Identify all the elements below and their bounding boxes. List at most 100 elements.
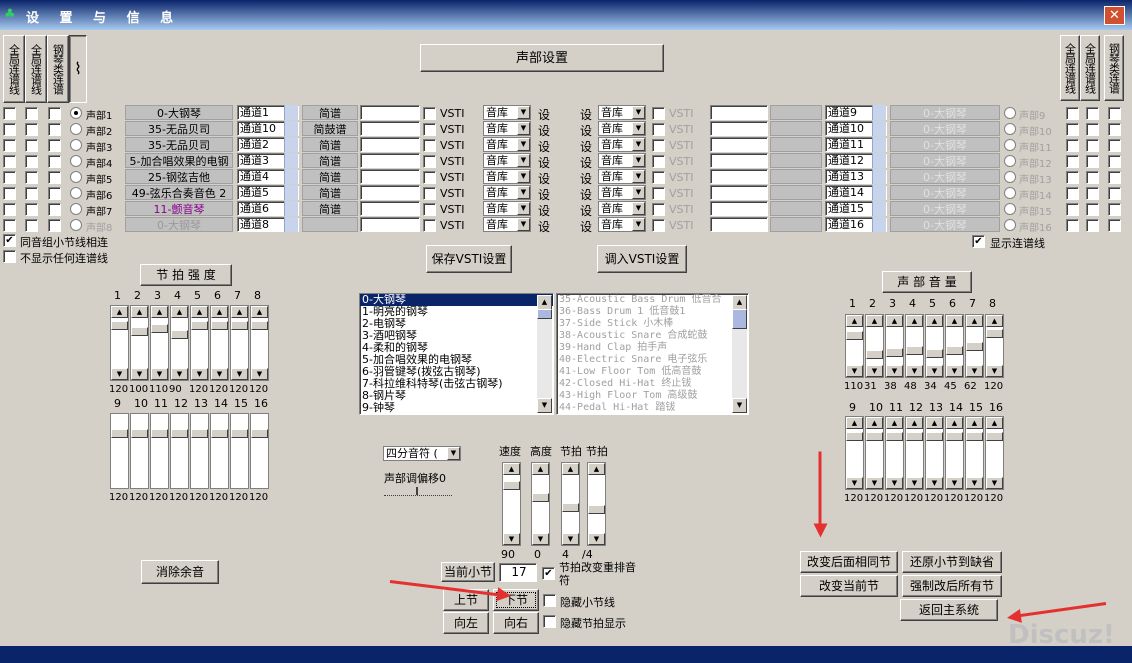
level-slider[interactable]: ▲ ▼ [985, 314, 1004, 378]
scroll-down-icon[interactable]: ▼ [866, 365, 883, 377]
instrument-field[interactable]: 0-大钢琴 [890, 137, 1000, 152]
vsti-checkbox[interactable] [652, 139, 665, 152]
drum-list-item[interactable]: 44-Pedal Hi-Hat 踏钹 [557, 402, 748, 414]
sound-lib-select[interactable]: 音库 ▼ [598, 217, 646, 232]
sound-lib-select[interactable]: 音库 ▼ [598, 201, 646, 216]
drum-list-item[interactable]: 35-Acoustic Bass Drum 低音合 [557, 294, 748, 306]
level-slider[interactable]: ▲ ▼ [845, 416, 864, 490]
voice-offset-slider[interactable] [384, 487, 452, 496]
set-button[interactable]: 设 [538, 138, 550, 155]
channel-spinner[interactable] [284, 201, 298, 216]
scroll-up-icon[interactable]: ▲ [503, 463, 520, 475]
notation-mode[interactable]: 简鼓谱 [302, 121, 358, 136]
scroll-down-icon[interactable]: ▼ [906, 477, 923, 489]
scroll-down-icon[interactable]: ▼ [966, 477, 983, 489]
level-slider[interactable]: ▲ ▼ [925, 314, 944, 378]
right-piano-link-button[interactable]: 钢琴类连谱 [1104, 35, 1124, 101]
scroll-down-icon[interactable]: ▼ [191, 368, 208, 380]
slider-thumb[interactable] [886, 348, 903, 357]
level-slider[interactable]: ▲ ▼ [965, 416, 984, 490]
instrument-field[interactable]: 0-大钢琴 [890, 217, 1000, 232]
scroll-down-icon[interactable]: ▼ [846, 477, 863, 489]
piano-link-checkbox[interactable] [1108, 203, 1121, 216]
global-link-checkbox[interactable] [1066, 123, 1079, 136]
notation-mode[interactable]: 简谱 [302, 105, 358, 120]
slider-thumb[interactable] [131, 327, 148, 336]
scroll-down-icon[interactable]: ▼ [503, 533, 520, 545]
sound-lib-select[interactable]: 音库 ▼ [598, 169, 646, 184]
restore-default-button[interactable]: 还原小节到缺省 [902, 551, 1002, 573]
scroll-down-icon[interactable]: ▼ [966, 365, 983, 377]
drum-list-item[interactable]: 40-Electric Snare 电子弦乐 [557, 354, 748, 366]
part-radio[interactable] [1004, 187, 1016, 199]
notation-mode[interactable] [770, 201, 822, 216]
global-link-checkbox[interactable] [1086, 123, 1099, 136]
scroll-down-icon[interactable]: ▼ [732, 398, 747, 413]
vst-path-field[interactable] [360, 169, 420, 184]
vst-path-field[interactable] [360, 105, 420, 120]
scroll-up-icon[interactable]: ▲ [231, 306, 248, 318]
slider-thumb[interactable] [151, 429, 168, 438]
instrument-field[interactable]: 49-弦乐合奏音色 2 [125, 185, 233, 200]
slider-thumb[interactable] [416, 487, 418, 495]
global-link-checkbox[interactable] [3, 203, 16, 216]
level-slider[interactable]: ▲ ▼ [150, 305, 169, 381]
scroll-up-icon[interactable]: ▲ [946, 417, 963, 429]
vsti-checkbox[interactable] [652, 187, 665, 200]
vst-path-field[interactable] [710, 137, 768, 152]
vst-path-field[interactable] [710, 217, 768, 232]
piano-link-button[interactable]: 钢琴类连谱 [47, 35, 69, 103]
piano-link-checkbox[interactable] [1108, 123, 1121, 136]
scroll-down-icon[interactable]: ▼ [886, 477, 903, 489]
scroll-down-icon[interactable]: ▼ [111, 368, 128, 380]
set-button[interactable]: 设 [580, 170, 592, 187]
instrument-field[interactable]: 0-大钢琴 [125, 105, 233, 120]
scroll-down-icon[interactable]: ▼ [131, 368, 148, 380]
scroll-down-icon[interactable]: ▼ [151, 368, 168, 380]
global-link-checkbox[interactable] [3, 107, 16, 120]
level-slider[interactable]: ▲ ▼ [885, 314, 904, 378]
global-link-checkbox[interactable] [1086, 219, 1099, 232]
part-radio[interactable] [70, 203, 82, 215]
scroll-down-icon[interactable]: ▼ [537, 398, 552, 413]
scroll-down-icon[interactable]: ▼ [946, 477, 963, 489]
set-button[interactable]: 设 [538, 170, 550, 187]
scroll-up-icon[interactable]: ▲ [131, 306, 148, 318]
global-link-checkbox[interactable] [1086, 203, 1099, 216]
global-link-checkbox[interactable] [3, 155, 16, 168]
instrument-field[interactable]: 5-加合唱效果的电钢 [125, 153, 233, 168]
tempo-slider[interactable]: ▲ ▼ [587, 462, 606, 546]
set-button[interactable]: 设 [580, 122, 592, 139]
part-radio[interactable] [1004, 123, 1016, 135]
move-left-button[interactable]: 向左 [443, 612, 489, 634]
vst-path-field[interactable] [360, 137, 420, 152]
scroll-up-icon[interactable]: ▲ [532, 463, 549, 475]
channel-spinner[interactable] [284, 105, 298, 120]
slider-thumb[interactable] [231, 429, 248, 438]
notation-mode[interactable] [770, 217, 822, 232]
notation-mode[interactable] [770, 137, 822, 152]
change-current-button[interactable]: 改变当前节 [800, 575, 898, 597]
current-bar-button[interactable]: 当前小节 [441, 562, 495, 582]
slider-thumb[interactable] [986, 329, 1003, 338]
global-link-button-2[interactable]: 全局连谱线 [25, 35, 47, 103]
part-radio[interactable] [70, 219, 82, 231]
scroll-down-icon[interactable]: ▼ [846, 365, 863, 377]
drum-list[interactable]: 35-Acoustic Bass Drum 低音合 36-Bass Drum 1 … [556, 293, 749, 415]
global-link-checkbox[interactable] [3, 219, 16, 232]
slider-thumb[interactable] [886, 432, 903, 441]
piano-link-checkbox[interactable] [1108, 107, 1121, 120]
global-link-checkbox[interactable] [1086, 187, 1099, 200]
instrument-field[interactable]: 25-钢弦吉他 [125, 169, 233, 184]
piano-link-checkbox[interactable] [48, 203, 61, 216]
set-button[interactable]: 设 [580, 202, 592, 219]
vst-path-field[interactable] [710, 105, 768, 120]
vsti-checkbox[interactable] [423, 187, 436, 200]
set-button[interactable]: 设 [580, 186, 592, 203]
part-radio[interactable] [70, 139, 82, 151]
global-link-checkbox[interactable] [25, 171, 38, 184]
channel-spinner[interactable] [872, 105, 886, 120]
sound-lib-select[interactable]: 音库 ▼ [598, 137, 646, 152]
scroll-down-icon[interactable]: ▼ [211, 368, 228, 380]
sound-lib-select[interactable]: 音库 ▼ [483, 121, 531, 136]
